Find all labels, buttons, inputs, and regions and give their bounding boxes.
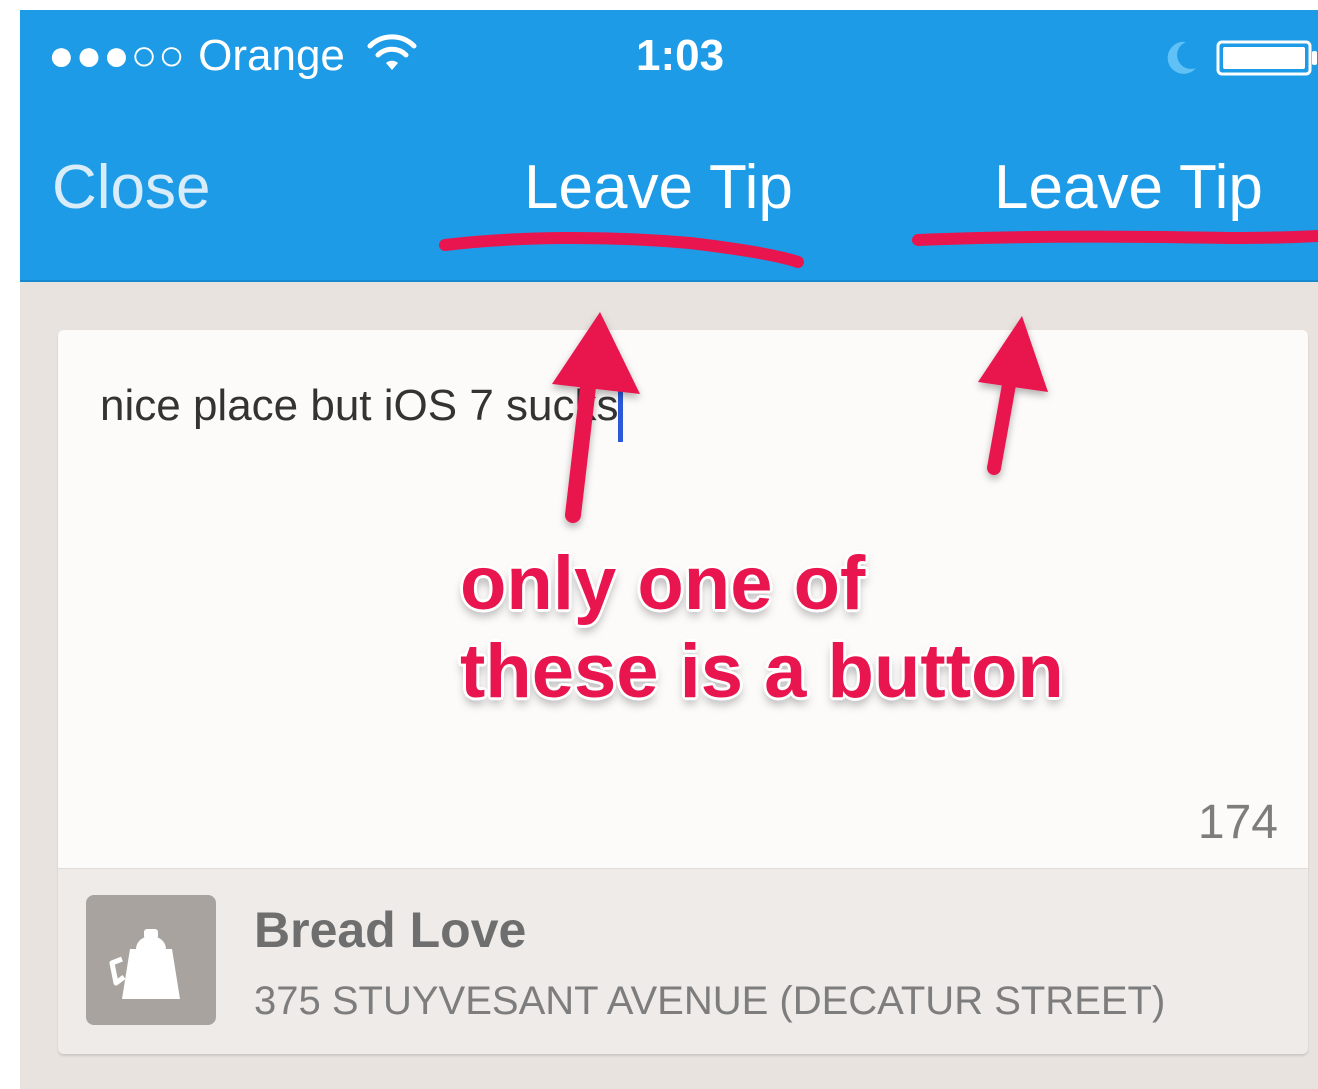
leave-tip-button[interactable]: Leave Tip xyxy=(994,150,1263,226)
carrier-name: Orange xyxy=(198,31,345,80)
annotation-line-2: these is a button xyxy=(460,629,1064,714)
venue-thumbnail xyxy=(86,895,216,1025)
character-count: 174 xyxy=(1197,796,1278,849)
venue-row: Bread Love 375 STUYVESANT AVENUE (DECATU… xyxy=(58,868,1308,1054)
carrier-info: ●●●○○ Orange xyxy=(48,28,417,84)
status-bar: ●●●○○ Orange 1:03 xyxy=(20,10,1318,102)
tip-text-field[interactable]: nice place but iOS 7 sucks xyxy=(100,370,624,442)
venue-address: 375 STUYVESANT AVENUE (DECATUR STREET) xyxy=(254,979,1166,1023)
venue-name: Bread Love xyxy=(254,902,527,958)
text-cursor xyxy=(618,370,624,442)
annotation-callout: only one of these is a button xyxy=(460,540,1180,716)
page-title: Leave Tip xyxy=(524,153,793,222)
coffee-pot-icon xyxy=(109,929,180,999)
clock: 1:03 xyxy=(636,31,725,80)
battery-icon xyxy=(1216,40,1317,76)
close-button[interactable]: Close xyxy=(52,150,211,226)
signal-strength: ●●●○○ xyxy=(48,31,186,80)
navigation-bar: Close Leave Tip Leave Tip xyxy=(20,102,1318,282)
moon-icon xyxy=(1167,41,1196,74)
tip-text-value: nice place but iOS 7 sucks xyxy=(100,381,619,430)
wifi-icon xyxy=(367,34,417,70)
annotation-line-1: only one of xyxy=(460,541,866,626)
